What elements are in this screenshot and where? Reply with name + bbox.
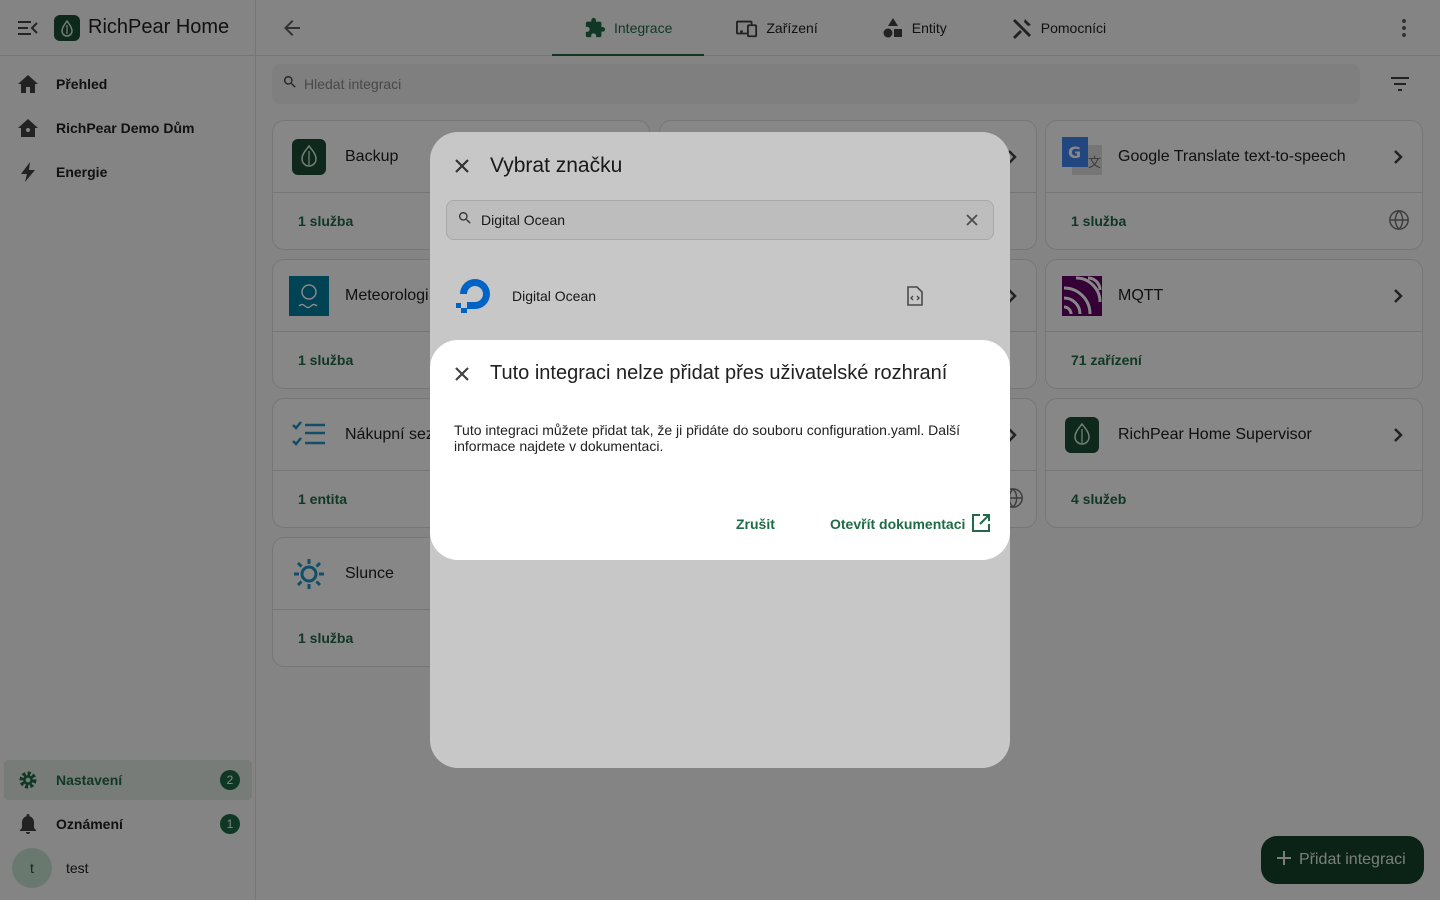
open-in-new-icon [971,513,991,536]
unsupported-integration-dialog: Tuto integraci nelze přidat přes uživate… [430,340,1010,560]
alert-body: Tuto integraci můžete přidat tak, že ji … [454,422,961,454]
cancel-button[interactable]: Zrušit [736,510,775,538]
open-documentation-button[interactable]: Otevřít dokumentaci [830,510,991,538]
alert-title: Tuto integraci nelze přidat přes uživate… [490,362,948,384]
close-icon[interactable] [450,362,474,386]
button-label: Otevřít dokumentaci [830,516,966,532]
